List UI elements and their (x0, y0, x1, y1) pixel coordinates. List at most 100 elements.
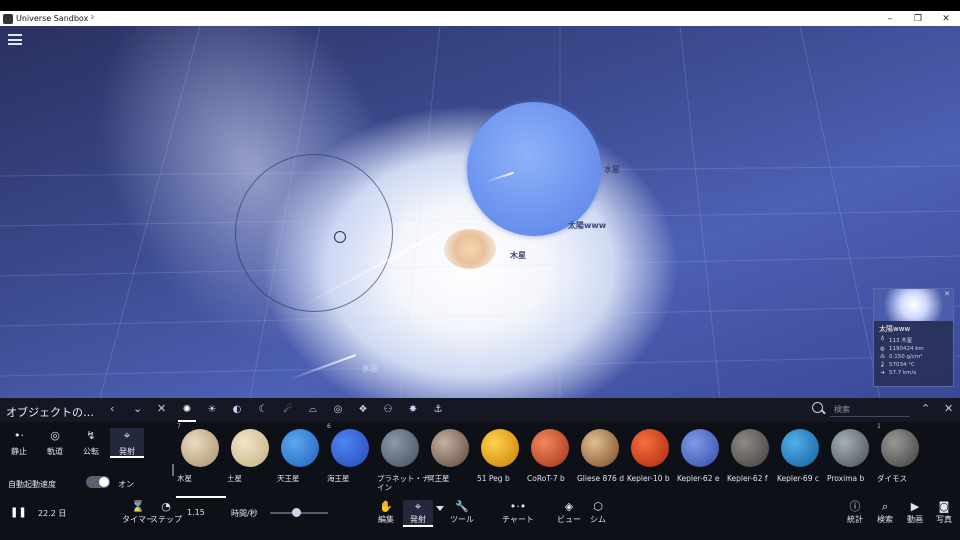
object-name: 土星 (227, 474, 242, 483)
close-window-button[interactable]: ✕ (932, 11, 960, 26)
category-anchor-icon[interactable]: ⚓ (431, 404, 445, 416)
category-comet-icon[interactable]: ☄ (281, 404, 295, 416)
object-item[interactable]: 51 Peg b (476, 424, 526, 498)
stats-button[interactable]: ⓘ 統計 (847, 500, 863, 525)
simulation-viewport[interactable]: 水星 太陽www 木星 水星 ✕ 太陽www ♁ 113 木星 ◍ 1190424 … (0, 26, 960, 398)
search-input[interactable]: 検索 (830, 403, 910, 417)
step-button[interactable]: ◔ ステップ (150, 500, 182, 525)
object-name: 51 Peg b (477, 474, 510, 483)
pause-button[interactable]: ❚❚ (10, 507, 27, 518)
object-thumbnail (731, 429, 769, 467)
panel-title: オブジェクトの… (6, 406, 94, 419)
category-star-icon[interactable]: ☀ (205, 404, 219, 416)
category-burst-icon[interactable]: ✸ (406, 404, 420, 416)
layers-icon: ◈ (564, 500, 574, 513)
minimize-button[interactable]: – (876, 11, 904, 26)
object-item[interactable]: Kepler-69 c (776, 424, 826, 498)
crosshair-icon: ⌖ (123, 429, 131, 442)
info-icon: ⓘ (849, 500, 861, 513)
info-row-mass: ♁ 113 木星 (880, 336, 913, 344)
object-item[interactable]: 天王星 (276, 424, 326, 498)
object-item[interactable]: Kepler-10 b (626, 424, 676, 498)
speed-slider-handle[interactable] (292, 508, 301, 517)
search-icon[interactable] (812, 402, 823, 413)
info-row-velocity: ➜ 57.7 km/s (880, 370, 917, 376)
auto-launch-toggle[interactable] (86, 476, 110, 488)
object-item[interactable]: 土星 (226, 424, 276, 498)
category-teapot-icon[interactable]: ⌓ (306, 404, 320, 416)
object-name: Proxima b (827, 474, 865, 483)
object-item[interactable]: Proxima b (826, 424, 876, 498)
mass-icon: ♁ (880, 336, 885, 342)
close-filter-icon[interactable]: ✕ (157, 402, 166, 415)
object-item[interactable]: Kepler-62 e (676, 424, 726, 498)
elapsed-time: 22.2 日 (38, 509, 67, 518)
category-debris-icon[interactable]: ❖ (356, 404, 370, 416)
object-name: 冥王星 (427, 474, 450, 483)
chart-button[interactable]: •·• チャート (502, 500, 534, 525)
object-item[interactable]: Gliese 876 d (576, 424, 626, 498)
object-name: CoRoT-7 b (527, 474, 565, 483)
close-icon[interactable]: ✕ (944, 290, 950, 298)
object-name: 海王星 (327, 474, 350, 483)
body-label[interactable]: 水星 (604, 164, 620, 175)
hamburger-menu-icon[interactable] (8, 34, 22, 45)
video-button[interactable]: ▶ 動画 (907, 500, 923, 525)
hand-icon: ✋ (379, 500, 393, 513)
mode-launch-button[interactable]: ⌖ 発射 (110, 428, 144, 458)
object-name: Kepler-10 b (627, 474, 670, 483)
speed-value: 1.15 (187, 508, 205, 517)
category-planet-icon[interactable]: ◐ (230, 404, 244, 416)
photo-button[interactable]: ◙ 写真 (936, 500, 952, 525)
stationary-icon: •· (14, 429, 24, 442)
sun-body[interactable] (444, 229, 496, 269)
view-button[interactable]: ◈ ビュー (557, 500, 581, 525)
category-all-icon[interactable]: ✺ (180, 404, 194, 416)
object-item[interactable]: CoRoT-7 b (526, 424, 576, 498)
object-thumbnail (881, 429, 919, 467)
object-thumbnail (481, 429, 519, 467)
neptune-body[interactable] (467, 102, 601, 236)
search-button[interactable]: ⌕ 検索 (877, 500, 893, 525)
search-icon: ⌕ (881, 500, 889, 513)
object-thumbnail (381, 429, 419, 467)
sim-button[interactable]: ⬡ シム (590, 500, 606, 525)
camera-icon: ◙ (938, 500, 950, 513)
target-crosshair-icon[interactable] (334, 231, 346, 243)
active-category-indicator (178, 420, 196, 422)
object-item[interactable]: 6 海王星 (326, 423, 376, 498)
body-label[interactable]: 太陽www (568, 220, 606, 231)
object-name: Kepler-62 f (727, 474, 768, 483)
mode-revolve-button[interactable]: ↯ 公転 (74, 428, 108, 458)
object-item[interactable]: 1 ダイモス (876, 423, 926, 498)
object-list: 7 木星 土星 天王星 6 海王星 プラネット・ナイン 冥王星 51 Peg b CoRoT-7 … (176, 423, 926, 498)
object-item[interactable]: 7 木星 (176, 423, 226, 498)
edit-tool-button[interactable]: ✋ 編集 (378, 500, 394, 525)
body-label[interactable]: 水星 (362, 363, 378, 374)
category-people-icon[interactable]: ⚇ (381, 404, 395, 416)
object-thumbnail (331, 429, 369, 467)
chevron-down-icon[interactable]: ⌄ (133, 402, 142, 415)
object-item[interactable]: プラネット・ナイン (376, 424, 430, 498)
close-icon[interactable]: ✕ (944, 402, 953, 415)
launch-dropdown-arrow-icon[interactable] (436, 506, 444, 511)
maximize-button[interactable]: ❐ (904, 11, 932, 26)
mode-stationary-button[interactable]: •· 静止 (2, 428, 36, 458)
category-moon-icon[interactable]: ☾ (256, 404, 270, 416)
launch-tool-button[interactable]: ⌖ 発射 (403, 500, 433, 527)
chevron-up-icon[interactable]: ⌃ (921, 402, 930, 415)
tools-button[interactable]: 🔧 ツール (450, 500, 474, 525)
object-item[interactable]: Kepler-62 f (726, 424, 776, 498)
object-item[interactable]: 冥王星 (426, 424, 476, 498)
selected-object-card[interactable]: ✕ 太陽www ♁ 113 木星 ◍ 1190424 km ⁂ 0.150 g/cm³… (873, 288, 954, 387)
object-thumbnail (231, 429, 269, 467)
toggle-state-label: オン (118, 480, 134, 489)
mode-orbit-button[interactable]: ◎ 軌道 (38, 428, 72, 458)
object-thumbnail (581, 429, 619, 467)
prev-icon[interactable]: ‹ (110, 402, 114, 415)
object-thumbnail (631, 429, 669, 467)
object-thumbnail: ✕ (874, 289, 953, 321)
category-galaxy-icon[interactable]: ◎ (331, 404, 345, 416)
body-label[interactable]: 木星 (510, 250, 526, 261)
info-row-density: ⁂ 0.150 g/cm³ (879, 354, 923, 360)
